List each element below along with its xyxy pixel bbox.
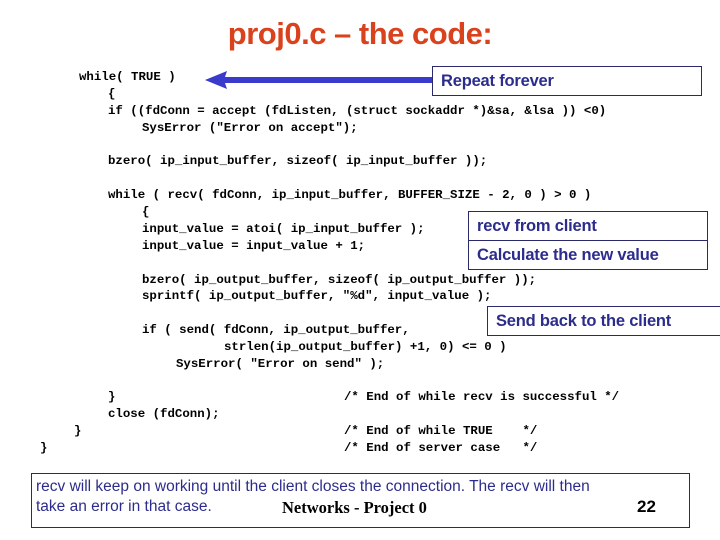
code-line: } xyxy=(74,424,82,438)
callout-calculate-value: Calculate the new value xyxy=(468,240,708,270)
code-line: bzero( ip_input_buffer, sizeof( ip_input… xyxy=(108,154,488,168)
callout-label: Send back to the client xyxy=(496,311,672,330)
code-comment: /* End of while TRUE */ xyxy=(344,424,538,438)
code-line: { xyxy=(108,87,116,101)
callout-repeat-forever: Repeat forever xyxy=(432,66,702,96)
callout-label: recv from client xyxy=(477,216,597,235)
code-line: while( TRUE ) xyxy=(79,70,176,84)
code-line: if ((fdConn = accept (fdListen, (struct … xyxy=(108,104,607,118)
code-line: } xyxy=(108,390,116,404)
callout-send-back: Send back to the client xyxy=(487,306,720,336)
page-number: 22 xyxy=(637,497,656,516)
callout-label: Calculate the new value xyxy=(477,245,659,264)
code-line: close (fdConn); xyxy=(108,407,220,421)
code-line: SysError ("Error on accept"); xyxy=(142,121,358,135)
footer-course-title: Networks - Project 0 xyxy=(282,498,427,517)
code-line: strlen(ip_output_buffer) +1, 0) <= 0 ) xyxy=(224,340,507,354)
code-line: bzero( ip_output_buffer, sizeof( ip_outp… xyxy=(142,273,537,287)
code-line: } xyxy=(40,441,48,455)
code-line: while ( recv( fdConn, ip_input_buffer, B… xyxy=(108,188,592,202)
callout-label: Repeat forever xyxy=(441,71,554,90)
code-comment: /* End of while recv is successful */ xyxy=(344,390,620,404)
code-line: { xyxy=(142,205,150,219)
left-arrow-icon xyxy=(205,71,432,89)
code-comment: /* End of server case */ xyxy=(344,441,538,455)
code-line: input_value = atoi( ip_input_buffer ); xyxy=(142,222,425,236)
slide-title: proj0.c – the code: xyxy=(227,16,493,51)
code-line: if ( send( fdConn, ip_output_buffer, xyxy=(142,323,410,337)
footer-note-line1: recv will keep on working until the clie… xyxy=(36,478,590,495)
callout-recv-from-client: recv from client xyxy=(468,211,708,241)
code-line: SysError( "Error on send" ); xyxy=(176,357,385,371)
footer-note-line2: take an error in that case. xyxy=(36,498,212,515)
code-line: sprintf( ip_output_buffer, "%d", input_v… xyxy=(142,289,492,303)
code-line: input_value = input_value + 1; xyxy=(142,239,366,253)
